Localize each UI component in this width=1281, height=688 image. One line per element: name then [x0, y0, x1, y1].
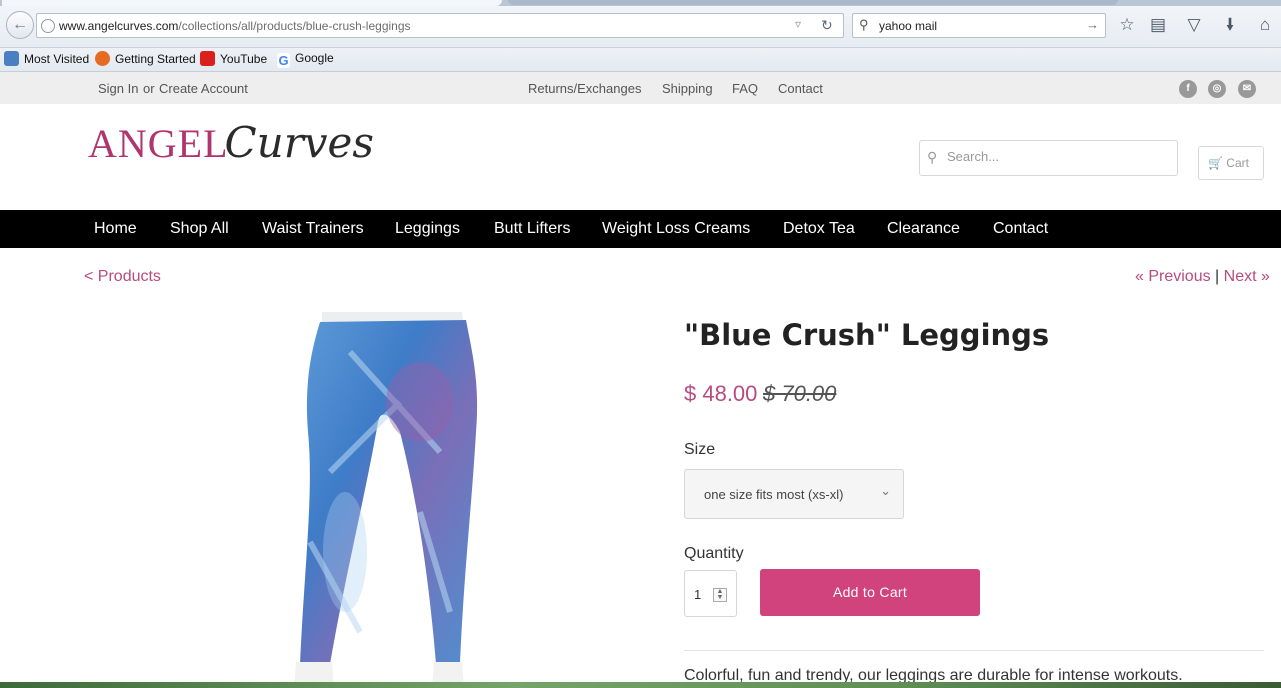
- bookmark-label: Most Visited: [24, 52, 90, 66]
- email-icon[interactable]: ✉: [1238, 80, 1256, 98]
- product-price: $ 48.00: [684, 381, 758, 406]
- url-dropdown-icon[interactable]: ▿: [795, 17, 801, 31]
- next-link[interactable]: Next »: [1224, 268, 1270, 285]
- bookmark-getting-started[interactable]: Getting Started: [95, 51, 196, 69]
- address-bar[interactable]: www.angelcurves.com/collections/all/prod…: [36, 13, 844, 38]
- bookmark-label: YouTube: [220, 52, 268, 66]
- globe-icon: [41, 19, 55, 33]
- cart-label: Cart: [1226, 156, 1249, 170]
- nav-weight-loss-creams[interactable]: Weight Loss Creams: [602, 220, 750, 238]
- faq-link[interactable]: FAQ: [732, 81, 758, 96]
- active-tab[interactable]: [2, 0, 502, 6]
- returns-link[interactable]: Returns/Exchanges: [528, 81, 641, 96]
- bookmark-star-icon[interactable]: ☆: [1116, 14, 1138, 36]
- site-search-input[interactable]: [947, 149, 1167, 164]
- product-title: "Blue Crush" Leggings: [684, 318, 1050, 352]
- url-domain: www.angelcurves.com: [59, 19, 179, 33]
- nav-waist-trainers[interactable]: Waist Trainers: [262, 220, 364, 238]
- chevron-down-icon: ⌄: [880, 483, 891, 498]
- back-arrow-icon[interactable]: ←: [6, 11, 34, 39]
- pocket-icon[interactable]: ▽: [1183, 14, 1205, 36]
- reading-list-icon[interactable]: ▤: [1147, 14, 1169, 36]
- nav-home[interactable]: Home: [94, 220, 137, 238]
- quantity-value: 1: [694, 587, 702, 602]
- bookmark-label: Google: [295, 51, 334, 65]
- previous-link[interactable]: « Previous: [1135, 268, 1211, 285]
- product-image[interactable]: [250, 312, 500, 688]
- nav-contact[interactable]: Contact: [993, 220, 1048, 238]
- size-selected-value: one size fits most (xs-xl): [704, 487, 844, 502]
- cart-button[interactable]: 🛒 Cart: [1198, 146, 1264, 180]
- search-go-icon[interactable]: →: [1086, 17, 1099, 32]
- site-logo[interactable]: ANGELCurves: [88, 118, 374, 180]
- inactive-tab[interactable]: [508, 0, 1118, 5]
- nav-leggings[interactable]: Leggings: [395, 220, 460, 238]
- bookmark-most-visited[interactable]: Most Visited: [4, 51, 89, 69]
- nav-detox-tea[interactable]: Detox Tea: [783, 220, 855, 238]
- compare-at-price: $ 70.00: [763, 381, 837, 406]
- main-navigation: Home Shop All Waist Trainers Leggings Bu…: [0, 210, 1281, 248]
- nav-clearance[interactable]: Clearance: [887, 220, 960, 238]
- url-text: www.angelcurves.com/collections/all/prod…: [59, 19, 411, 33]
- shipping-link[interactable]: Shipping: [662, 81, 713, 96]
- bookmarks-bar: Most Visited Getting Started YouTube G Go…: [0, 48, 1281, 72]
- product-pager: « Previous | Next »: [1135, 268, 1270, 286]
- bookmark-youtube[interactable]: YouTube: [200, 51, 267, 69]
- search-icon: ⚲: [859, 17, 869, 32]
- most-visited-icon: [4, 51, 19, 66]
- nav-shop-all[interactable]: Shop All: [170, 220, 229, 238]
- browser-search-text: yahoo mail: [879, 19, 938, 33]
- search-icon: ⚲: [927, 149, 938, 165]
- breadcrumb-products-link[interactable]: < Products: [84, 268, 161, 286]
- pager-separator: |: [1215, 268, 1220, 285]
- site-search[interactable]: ⚲: [919, 140, 1178, 176]
- nav-butt-lifters[interactable]: Butt Lifters: [494, 220, 570, 238]
- reload-icon[interactable]: ↻: [821, 17, 833, 34]
- logo-angel-text: ANGEL: [88, 121, 229, 166]
- size-label: Size: [684, 441, 716, 458]
- sign-in-link[interactable]: Sign In: [98, 81, 138, 96]
- spinner-icon[interactable]: ▲ ▼: [713, 588, 727, 602]
- browser-search-box[interactable]: ⚲ yahoo mail →: [852, 13, 1106, 38]
- url-path: /collections/all/products/blue-crush-leg…: [178, 19, 411, 33]
- downloads-icon[interactable]: 🠛: [1219, 14, 1241, 36]
- google-icon: G: [277, 53, 290, 68]
- cart-icon: 🛒: [1208, 156, 1223, 170]
- facebook-icon[interactable]: f: [1179, 80, 1197, 98]
- firefox-icon: [95, 51, 110, 66]
- quantity-label: Quantity: [684, 545, 744, 562]
- home-icon[interactable]: ⌂: [1254, 14, 1276, 36]
- create-account-link[interactable]: Create Account: [159, 81, 248, 96]
- youtube-icon: [200, 51, 215, 66]
- logo-curves-text: Curves: [224, 118, 374, 167]
- bookmark-label: Getting Started: [115, 52, 196, 66]
- browser-toolbar: ← www.angelcurves.com/collections/all/pr…: [0, 0, 1281, 48]
- quantity-stepper[interactable]: 1 ▲ ▼: [684, 570, 737, 617]
- or-text: or: [143, 81, 155, 96]
- bookmark-google[interactable]: G Google: [277, 51, 334, 69]
- divider: [684, 650, 1264, 651]
- size-select[interactable]: one size fits most (xs-xl) ⌄: [684, 469, 904, 519]
- contact-link[interactable]: Contact: [778, 81, 823, 96]
- add-to-cart-button[interactable]: Add to Cart: [760, 569, 980, 616]
- os-taskbar: [0, 682, 1281, 688]
- instagram-icon[interactable]: ◎: [1208, 80, 1226, 98]
- utility-bar: Sign In or Create Account Returns/Exchan…: [0, 72, 1281, 104]
